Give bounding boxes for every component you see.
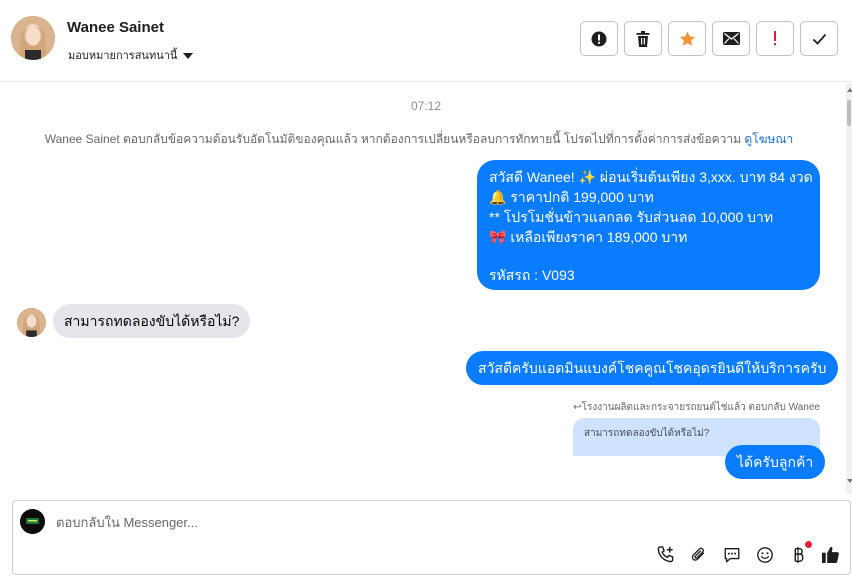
promo-line: สวัสดี Wanee! ✨ ผ่อนเริ่มต้นเพียง 3,xxx.… bbox=[489, 169, 813, 185]
outgoing-reply-bubble[interactable]: ได้ครับลูกค้า bbox=[725, 445, 826, 479]
contact-name[interactable]: Wanee Sainet bbox=[67, 19, 164, 36]
contact-avatar[interactable] bbox=[11, 16, 55, 60]
message-composer bbox=[12, 500, 851, 575]
reply-context-text: โรงงานผลิตและกระจายรถยนต์ไช่แล้ว ตอบกลับ… bbox=[581, 402, 820, 413]
caret-down-icon bbox=[183, 52, 194, 59]
promo-line: ** โปรโมชั่นข้าวแลกลด รับส่วนลด 10,000 บ… bbox=[489, 209, 774, 225]
emoji-icon bbox=[756, 546, 773, 563]
reply-context: ↩โรงงานผลิตและกระจายรถยนต์ไช่แล้ว ตอบกลั… bbox=[573, 400, 820, 415]
baht-payment-icon bbox=[794, 546, 803, 563]
check-icon bbox=[812, 33, 826, 45]
thread-scrollbar[interactable] bbox=[846, 83, 852, 494]
mark-unread-button[interactable] bbox=[712, 21, 750, 56]
composer-tools bbox=[655, 541, 841, 565]
scroll-down-arrow-icon[interactable] bbox=[847, 479, 852, 483]
contact-avatar-small[interactable] bbox=[17, 308, 46, 337]
mark-done-button[interactable] bbox=[800, 21, 838, 56]
saved-replies-button[interactable] bbox=[721, 544, 742, 565]
call-plus-button[interactable] bbox=[655, 544, 676, 565]
payment-button[interactable] bbox=[787, 541, 812, 565]
exclamation-icon bbox=[774, 31, 776, 46]
call-plus-icon bbox=[657, 546, 674, 563]
assign-label: มอบหมายการสนทนานี้ bbox=[68, 50, 178, 62]
attach-button[interactable] bbox=[688, 544, 709, 565]
notification-dot bbox=[805, 541, 812, 548]
trash-icon bbox=[636, 30, 650, 47]
promo-message-bubble[interactable]: สวัสดี Wanee! ✨ ผ่อนเริ่มต้นเพียง 3,xxx.… bbox=[477, 160, 820, 290]
promo-line: 🎀 เหลือเพียงราคา 189,000 บาท bbox=[489, 229, 688, 245]
promo-spacer bbox=[489, 247, 810, 265]
promo-line: 🔔 ราคาปกติ 199,000 บาท bbox=[489, 189, 654, 205]
star-button[interactable] bbox=[668, 21, 706, 56]
thumbs-up-icon bbox=[821, 546, 839, 564]
follow-up-button[interactable] bbox=[756, 21, 794, 56]
star-icon bbox=[679, 31, 695, 46]
scrollbar-thumb[interactable] bbox=[847, 100, 851, 126]
reply-arrow-icon: ↩ bbox=[573, 402, 582, 413]
assign-conversation-dropdown[interactable]: มอบหมายการสนทนานี้ bbox=[68, 46, 194, 64]
envelope-icon bbox=[722, 32, 740, 45]
like-button[interactable] bbox=[820, 544, 841, 565]
message-thread[interactable]: 07:12 Wanee Sainet ตอบกลับข้อความต้อนรับ… bbox=[0, 83, 846, 494]
promo-line: รหัสรถ : V093 bbox=[489, 267, 575, 283]
delete-button[interactable] bbox=[624, 21, 662, 56]
message-timestamp: 07:12 bbox=[410, 99, 442, 113]
conversation-actions bbox=[580, 21, 838, 56]
scroll-up-arrow-icon[interactable] bbox=[847, 88, 852, 92]
emoji-button[interactable] bbox=[754, 544, 775, 565]
paperclip-icon bbox=[691, 547, 704, 561]
alert-circle-icon bbox=[591, 31, 607, 46]
system-note: Wanee Sainet ตอบกลับข้อความต้อนรับอัตโนม… bbox=[0, 130, 838, 149]
conversation-header: Wanee Sainet มอบหมายการสนทนานี้ bbox=[0, 0, 852, 82]
incoming-message-bubble[interactable]: สามารถทดลองขับได้หรือไม่? bbox=[53, 304, 251, 338]
reply-input[interactable] bbox=[56, 515, 616, 530]
report-spam-button[interactable] bbox=[580, 21, 618, 56]
page-avatar bbox=[20, 509, 45, 534]
outgoing-message-bubble[interactable]: สวัสดีครับแอดมินแบงค์โชคคูณโชคอุดรยินดีใ… bbox=[466, 351, 839, 385]
system-note-text: Wanee Sainet ตอบกลับข้อความต้อนรับอัตโนม… bbox=[44, 132, 741, 146]
saved-replies-icon bbox=[724, 547, 739, 562]
view-ad-link[interactable]: ดูโฆษณา bbox=[744, 132, 793, 146]
